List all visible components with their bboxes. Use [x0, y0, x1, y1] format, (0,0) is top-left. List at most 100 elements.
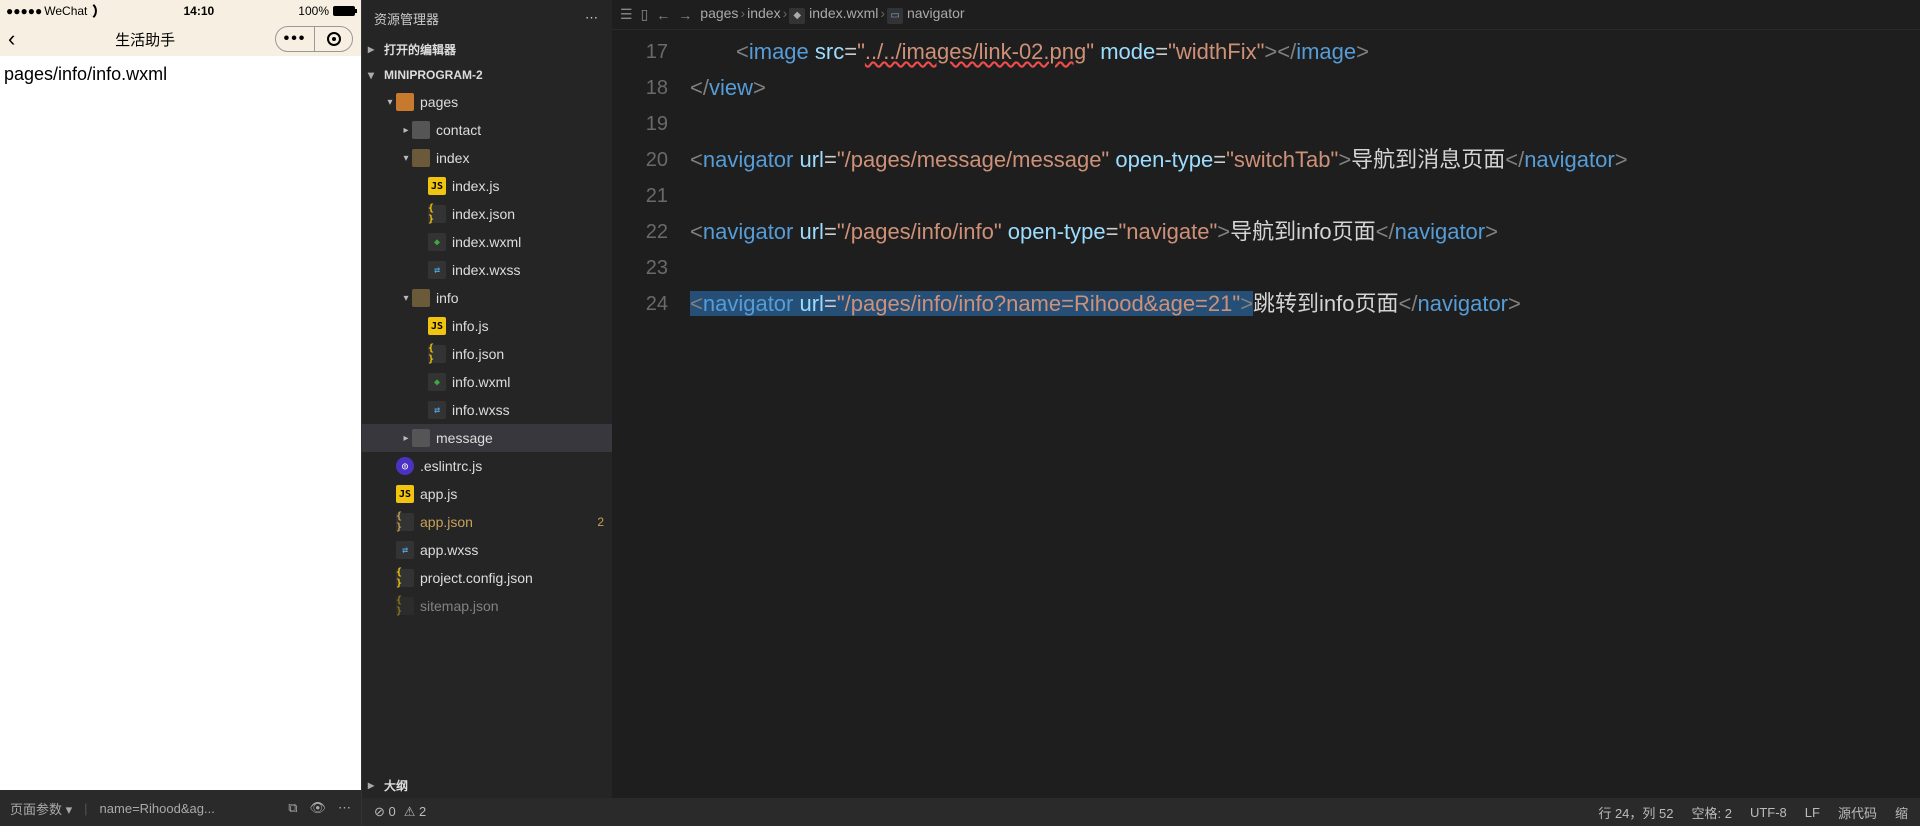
explorer-pane: 资源管理器 ⋯ ▸打开的编辑器 ▾MINIPROGRAM-2 ▾pages▸co…: [362, 0, 612, 826]
tree-node-info.wxss[interactable]: ⇄ info.wxss: [362, 396, 612, 424]
explorer-more-icon[interactable]: ⋯: [585, 10, 600, 26]
code-line[interactable]: <navigator url="/pages/info/info" open-t…: [690, 214, 1920, 250]
back-button[interactable]: ‹: [8, 26, 15, 52]
file-icon: ◆: [428, 233, 446, 251]
tree-label: info.wxml: [452, 374, 604, 390]
breadcrumb[interactable]: pages›index›◆ index.wxml›▭ navigator: [700, 5, 964, 24]
outline-section[interactable]: ▸大纲: [362, 772, 612, 798]
errors-count[interactable]: ⊘ 0: [374, 804, 396, 820]
tree-node-index.wxml[interactable]: ◆index.wxml: [362, 228, 612, 256]
tree-node-message[interactable]: ▸message: [362, 424, 612, 452]
file-icon: JS: [396, 485, 414, 503]
editor-pane: ☰ ▯ ← → pages›index›◆ index.wxml›▭ navig…: [612, 0, 1920, 826]
tree-node-index.json[interactable]: { }index.json: [362, 200, 612, 228]
tree-node-info.json[interactable]: { } info.json: [362, 340, 612, 368]
nav-forward-icon[interactable]: →: [678, 7, 692, 23]
more-icon[interactable]: ⋯: [338, 800, 351, 816]
code-editor[interactable]: 17<image src="../../images/link-02.png" …: [612, 30, 1920, 798]
tree-node-app.wxss[interactable]: ⇄ app.wxss: [362, 536, 612, 564]
tree-node-info[interactable]: ▾info: [362, 284, 612, 312]
tree-node-contact[interactable]: ▸contact: [362, 116, 612, 144]
capsule-close-icon[interactable]: [314, 27, 352, 51]
file-icon: ⇄: [396, 541, 414, 559]
tree-node-index.js[interactable]: JSindex.js: [362, 172, 612, 200]
toggle-panel-icon[interactable]: ☰: [620, 6, 633, 23]
breadcrumb-item[interactable]: pages: [700, 5, 738, 21]
simulator-page[interactable]: pages/info/info.wxml: [0, 56, 361, 790]
code-line[interactable]: [690, 106, 1920, 142]
tree-label: info.wxss: [452, 402, 604, 418]
file-icon: [412, 429, 430, 447]
tree-node-pages[interactable]: ▾pages: [362, 88, 612, 116]
simulator-pane: ●●●●● WeChat 14:10 100% ‹ 生活助手 ••• pages…: [0, 0, 362, 826]
breadcrumb-item[interactable]: index.wxml: [809, 5, 878, 21]
tree-node-info.wxml[interactable]: ◆ info.wxml: [362, 368, 612, 396]
file-icon: { }: [428, 205, 446, 223]
file-icon: ◆: [428, 373, 446, 391]
bookmark-icon[interactable]: ▯: [641, 6, 649, 23]
battery-icon: [333, 6, 355, 16]
file-icon: { }: [396, 513, 414, 531]
tree-node-index.wxss[interactable]: ⇄index.wxss: [362, 256, 612, 284]
line-number: 19: [612, 106, 690, 142]
tree-label: project.config.json: [420, 570, 604, 586]
explorer-status: ⊘ 0 ⚠ 2: [362, 798, 612, 826]
code-line[interactable]: [690, 178, 1920, 214]
tree-node-index[interactable]: ▾index: [362, 144, 612, 172]
code-line[interactable]: <navigator url="/pages/info/info?name=Ri…: [690, 286, 1920, 322]
status-eol[interactable]: LF: [1805, 805, 1820, 820]
open-editors-section[interactable]: ▸打开的编辑器: [362, 36, 612, 62]
file-tree[interactable]: ▾pages▸contact▾indexJSindex.js{ }index.j…: [362, 88, 612, 772]
code-line[interactable]: </view>: [690, 70, 1920, 106]
nav-back-icon[interactable]: ←: [656, 7, 670, 23]
capsule-more-icon[interactable]: •••: [276, 27, 314, 51]
page-params-label[interactable]: 页面参数 ▾: [10, 799, 72, 818]
code-line[interactable]: <navigator url="/pages/message/message" …: [690, 142, 1920, 178]
simulator-footer: 页面参数 ▾ | name=Rihood&ag... ⧉ 👁 ⋯: [0, 790, 361, 826]
file-icon: ⇄: [428, 261, 446, 279]
tree-label: app.wxss: [420, 542, 604, 558]
capsule-buttons[interactable]: •••: [275, 26, 353, 52]
eye-icon[interactable]: 👁: [309, 800, 326, 816]
file-icon: { }: [396, 597, 414, 615]
line-number: 23: [612, 250, 690, 286]
status-encoding[interactable]: UTF-8: [1750, 805, 1787, 820]
tree-node-project.config.json[interactable]: { }project.config.json: [362, 564, 612, 592]
line-number: 20: [612, 142, 690, 178]
tree-node-app.json[interactable]: { }app.json2: [362, 508, 612, 536]
status-ext[interactable]: 缩: [1895, 803, 1908, 822]
file-icon: ⇄: [428, 401, 446, 419]
page-params-value: name=Rihood&ag...: [100, 801, 215, 816]
tree-node-app.js[interactable]: JS app.js: [362, 480, 612, 508]
tree-label: app.js: [420, 486, 604, 502]
code-line[interactable]: <image src="../../images/link-02.png" mo…: [690, 34, 1920, 70]
status-lang[interactable]: 源代码: [1838, 803, 1877, 822]
file-icon: [412, 149, 430, 167]
file-icon: ◎: [396, 457, 414, 475]
file-icon: { }: [428, 345, 446, 363]
editor-top-bar: ☰ ▯ ← → pages›index›◆ index.wxml›▭ navig…: [612, 0, 1920, 30]
line-number: 21: [612, 178, 690, 214]
page-link-text[interactable]: pages/info/info.wxml: [4, 64, 167, 84]
tree-label: index.js: [452, 178, 604, 194]
code-line[interactable]: [690, 250, 1920, 286]
tree-node-.eslintrc.js[interactable]: ◎.eslintrc.js: [362, 452, 612, 480]
project-section[interactable]: ▾MINIPROGRAM-2: [362, 62, 612, 88]
explorer-header: 资源管理器 ⋯: [362, 0, 612, 36]
breadcrumb-item[interactable]: index: [747, 5, 780, 21]
tree-label: pages: [420, 94, 604, 110]
tree-label: info.json: [452, 346, 604, 362]
file-icon: JS: [428, 317, 446, 335]
nav-title: 生活助手: [15, 29, 275, 50]
tree-label: info.js: [452, 318, 604, 334]
copy-icon[interactable]: ⧉: [288, 800, 297, 816]
tree-node-info.js[interactable]: JS info.js: [362, 312, 612, 340]
status-bar: 行 24，列 52 空格: 2 UTF-8 LF 源代码 缩: [612, 798, 1920, 826]
breadcrumb-item[interactable]: navigator: [907, 5, 965, 21]
tree-node-sitemap.json[interactable]: { }sitemap.json: [362, 592, 612, 620]
warnings-count[interactable]: ⚠ 2: [404, 804, 427, 820]
file-icon: [412, 289, 430, 307]
status-spaces[interactable]: 空格: 2: [1691, 803, 1731, 822]
simulator-nav-bar: ‹ 生活助手 •••: [0, 22, 361, 56]
status-ln-col[interactable]: 行 24，列 52: [1598, 803, 1673, 822]
